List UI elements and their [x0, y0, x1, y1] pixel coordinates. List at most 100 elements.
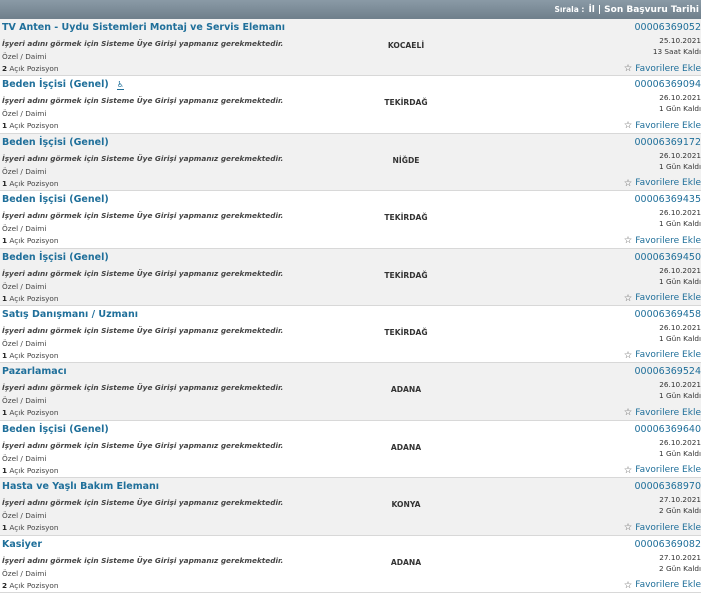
job-row: Hasta ve Yaşlı Bakım Elemanı İşyeri adın…	[0, 478, 701, 536]
job-row: Pazarlamacı İşyeri adını görmek için Sis…	[0, 363, 701, 421]
add-to-favorites-label: Favorilere Ekle	[635, 522, 701, 533]
job-row: Beden İşçisi (Genel) İşyeri adını görmek…	[0, 421, 701, 479]
work-type: Özel / Daimi	[2, 511, 47, 521]
open-positions: 1 Açık Pozisyon	[2, 294, 59, 303]
job-title-link[interactable]: Beden İşçisi (Genel)	[2, 79, 109, 90]
listing-number-link[interactable]: 00006369082	[581, 539, 701, 550]
job-meta: 00006369052 25.10.2021 13 Saat Kaldı ☆ F…	[581, 22, 701, 75]
job-city: TEKİRDAĞ	[384, 213, 428, 223]
listing-number-link[interactable]: 00006369458	[581, 309, 701, 320]
add-to-favorites-button[interactable]: ☆ Favorilere Ekle	[624, 407, 701, 418]
star-icon: ☆	[623, 63, 633, 74]
job-title-line: Kasiyer	[2, 539, 42, 550]
job-row: Beden İşçisi (Genel) ♿ İşyeri adını görm…	[0, 76, 701, 134]
job-title-link[interactable]: Pazarlamacı	[2, 366, 67, 377]
job-meta: 00006369640 26.10.2021 1 Gün Kaldı ☆ Fav…	[581, 424, 701, 477]
star-icon: ☆	[623, 177, 633, 189]
add-to-favorites-button[interactable]: ☆ Favorilere Ekle	[624, 522, 701, 533]
open-positions-count: 1	[2, 408, 8, 418]
star-icon: ☆	[623, 579, 633, 591]
open-positions: 1 Açık Pozisyon	[2, 408, 59, 417]
open-positions-count: 1	[2, 523, 8, 533]
deadline-date: 26.10.2021	[659, 437, 701, 447]
listing-number-link[interactable]: 00006368970	[581, 481, 701, 492]
open-positions: 1 Açık Pozisyon	[2, 121, 59, 130]
open-positions-label: Açık Pozisyon	[9, 178, 59, 188]
time-remaining: 1 Gün Kaldı	[659, 104, 701, 114]
deadline-date: 27.10.2021	[659, 495, 701, 505]
add-to-favorites-button[interactable]: ☆ Favorilere Ekle	[624, 580, 701, 591]
job-meta: 00006369458 26.10.2021 1 Gün Kaldı ☆ Fav…	[581, 309, 701, 362]
listing-number-link[interactable]: 00006369640	[581, 424, 701, 435]
listing-number-link[interactable]: 00006369052	[581, 22, 701, 33]
sort-separator: |	[597, 4, 602, 15]
job-meta: 00006369524 26.10.2021 1 Gün Kaldı ☆ Fav…	[581, 366, 701, 419]
add-to-favorites-button[interactable]: ☆ Favorilere Ekle	[624, 350, 701, 361]
job-title-link[interactable]: Beden İşçisi (Genel)	[2, 424, 109, 435]
job-title-link[interactable]: Satış Danışmanı / Uzmanı	[2, 309, 138, 320]
star-icon: ☆	[623, 235, 633, 247]
listing-number-link[interactable]: 00006369524	[581, 366, 701, 377]
add-to-favorites-label: Favorilere Ekle	[635, 580, 701, 591]
star-icon: ☆	[623, 349, 633, 361]
list-header: Sırala : İl | Son Başvuru Tarihi	[0, 0, 701, 19]
job-city: NİĞDE	[392, 155, 420, 165]
add-to-favorites-button[interactable]: ☆ Favorilere Ekle	[624, 120, 701, 131]
add-to-favorites-button[interactable]: ☆ Favorilere Ekle	[624, 465, 701, 476]
job-city: TEKİRDAĞ	[384, 327, 428, 337]
open-positions: 2 Açık Pozisyon	[2, 581, 59, 590]
open-positions-count: 1	[2, 293, 8, 303]
deadline-date: 26.10.2021	[659, 150, 701, 160]
job-row: Beden İşçisi (Genel) İşyeri adını görmek…	[0, 133, 701, 192]
disabled-friendly-icon[interactable]: ♿	[116, 80, 124, 90]
time-remaining: 1 Gün Kaldı	[659, 219, 701, 229]
job-title-link[interactable]: Beden İşçisi (Genel)	[2, 137, 109, 148]
employer-login-note: İşyeri adını görmek için Sisteme Üye Gir…	[2, 555, 284, 565]
work-type: Özel / Daimi	[2, 52, 47, 61]
deadline-date: 26.10.2021	[659, 265, 701, 275]
work-type: Özel / Daimi	[2, 166, 47, 176]
add-to-favorites-button[interactable]: ☆ Favorilere Ekle	[624, 235, 701, 246]
work-type: Özel / Daimi	[2, 568, 47, 578]
listing-number-link[interactable]: 00006369435	[581, 194, 701, 205]
add-to-favorites-label: Favorilere Ekle	[635, 178, 701, 189]
add-to-favorites-label: Favorilere Ekle	[635, 465, 701, 476]
add-to-favorites-label: Favorilere Ekle	[635, 63, 701, 74]
job-title-link[interactable]: Hasta ve Yaşlı Bakım Elemanı	[2, 481, 159, 492]
add-to-favorites-label: Favorilere Ekle	[635, 235, 701, 246]
listing-number-link[interactable]: 00006369450	[581, 252, 701, 263]
employer-login-note: İşyeri adını görmek için Sisteme Üye Gir…	[2, 96, 284, 106]
job-meta: 00006369450 26.10.2021 1 Gün Kaldı ☆ Fav…	[581, 252, 701, 305]
sort-by-deadline-link[interactable]: Son Başvuru Tarihi	[604, 5, 699, 15]
add-to-favorites-button[interactable]: ☆ Favorilere Ekle	[624, 178, 701, 189]
job-city: KOCAELİ	[387, 41, 425, 50]
job-city: ADANA	[390, 385, 422, 395]
open-positions-count: 1	[2, 465, 8, 475]
job-meta: 00006369082 27.10.2021 2 Gün Kaldı ☆ Fav…	[581, 539, 701, 592]
job-title-line: Beden İşçisi (Genel) ♿	[2, 79, 124, 90]
work-type: Özel / Daimi	[2, 281, 47, 291]
employer-login-note: İşyeri adını görmek için Sisteme Üye Gir…	[2, 268, 284, 278]
job-title-link[interactable]: Beden İşçisi (Genel)	[2, 252, 109, 263]
job-row: TV Anten - Uydu Sistemleri Montaj ve Ser…	[0, 19, 701, 77]
sort-by-city-link[interactable]: İl	[588, 5, 594, 15]
job-title-line: Beden İşçisi (Genel)	[2, 424, 109, 435]
open-positions-label: Açık Pozisyon	[9, 580, 59, 590]
add-to-favorites-button[interactable]: ☆ Favorilere Ekle	[624, 63, 701, 74]
job-meta: 00006368970 27.10.2021 2 Gün Kaldı ☆ Fav…	[581, 481, 701, 534]
work-type: Özel / Daimi	[2, 338, 47, 348]
open-positions-label: Açık Pozisyon	[9, 64, 59, 73]
job-title-link[interactable]: TV Anten - Uydu Sistemleri Montaj ve Ser…	[2, 22, 285, 33]
job-meta: 00006369094 26.10.2021 1 Gün Kaldı ☆ Fav…	[581, 79, 701, 132]
job-row: Satış Danışmanı / Uzmanı İşyeri adını gö…	[0, 306, 701, 364]
listing-number-link[interactable]: 00006369172	[581, 137, 701, 148]
listing-number-link[interactable]: 00006369094	[581, 79, 701, 90]
job-title-link[interactable]: Kasiyer	[2, 539, 42, 550]
open-positions-label: Açık Pozisyon	[9, 236, 59, 246]
star-icon: ☆	[623, 522, 633, 534]
job-title-link[interactable]: Beden İşçisi (Genel)	[2, 194, 109, 205]
open-positions-count: 2	[2, 580, 8, 590]
job-city: KONYA	[391, 500, 421, 510]
add-to-favorites-button[interactable]: ☆ Favorilere Ekle	[624, 293, 701, 304]
job-meta: 00006369435 26.10.2021 1 Gün Kaldı ☆ Fav…	[581, 194, 701, 247]
